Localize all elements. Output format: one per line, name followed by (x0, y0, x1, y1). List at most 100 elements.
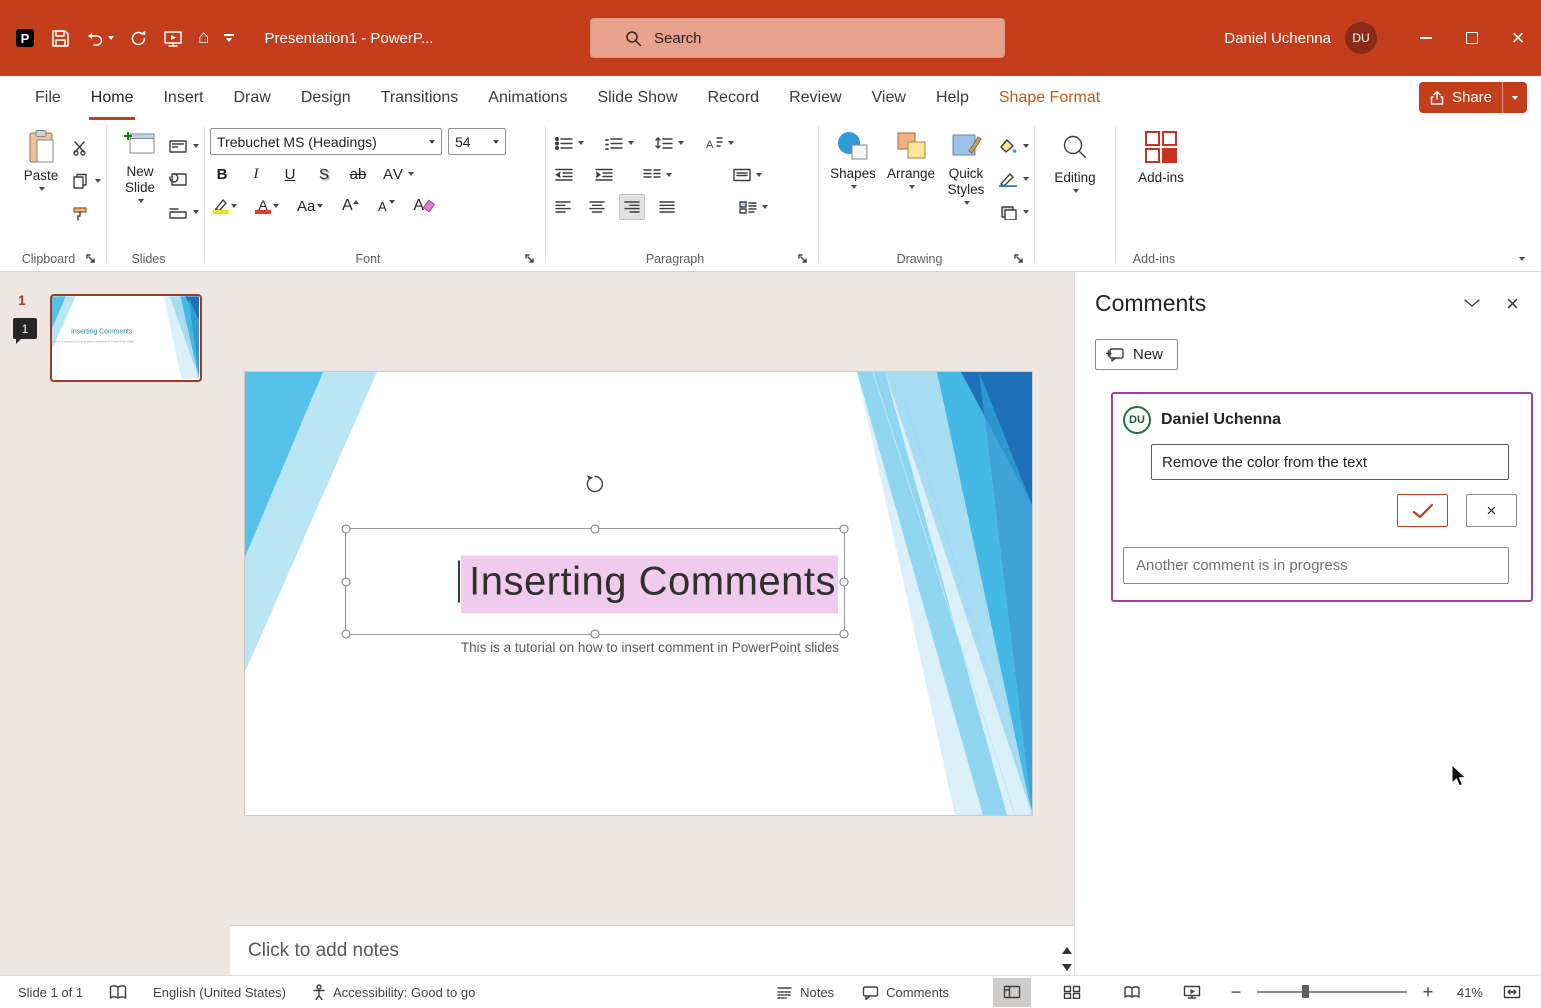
panel-close-icon[interactable]: × (1506, 291, 1519, 317)
arrange-button[interactable]: Arrange (882, 122, 940, 247)
tab-help[interactable]: Help (921, 76, 984, 120)
align-text-button[interactable] (729, 162, 765, 188)
tab-home[interactable]: Home (76, 76, 149, 120)
shape-effects-button[interactable] (998, 200, 1029, 224)
format-painter-button[interactable] (72, 202, 101, 226)
character-spacing-dropdown-icon[interactable] (407, 172, 414, 176)
tab-file[interactable]: File (20, 76, 76, 120)
spellcheck-icon[interactable] (109, 984, 127, 1000)
resize-handle-ne[interactable] (839, 524, 849, 534)
notes-scrollbar[interactable] (1062, 947, 1072, 971)
clear-formatting-button[interactable]: A (410, 193, 436, 219)
slide[interactable]: Inserting Comments This is a tutorial on… (245, 372, 1032, 815)
line-spacing-dropdown-icon[interactable] (678, 141, 684, 145)
cut-button[interactable] (72, 136, 101, 160)
columns-button[interactable] (639, 162, 675, 188)
increase-indent-button[interactable] (591, 162, 617, 188)
tab-design[interactable]: Design (286, 76, 366, 120)
arrange-dropdown-icon[interactable] (909, 184, 915, 189)
panel-collapse-icon[interactable] (1464, 295, 1480, 313)
font-name-dropdown-icon[interactable] (429, 139, 435, 144)
paragraph-dialog-launcher[interactable] (797, 252, 809, 264)
slide-layout-button[interactable] (168, 134, 199, 158)
strikethrough-button[interactable]: ab (346, 161, 370, 187)
language-indicator[interactable]: English (United States) (153, 985, 286, 1000)
share-button[interactable]: Share (1418, 82, 1527, 113)
reset-slide-button[interactable] (168, 167, 199, 191)
copy-dropdown-icon[interactable] (95, 179, 101, 183)
shape-outline-dropdown-icon[interactable] (1023, 177, 1029, 181)
addins-button[interactable]: Add-ins (1121, 122, 1201, 247)
save-icon[interactable] (51, 24, 70, 52)
tab-draw[interactable]: Draw (218, 76, 285, 120)
clipboard-dialog-launcher[interactable] (85, 252, 97, 264)
paste-dropdown-icon[interactable] (39, 186, 45, 191)
new-comment-button[interactable]: New (1095, 339, 1179, 370)
zoom-slider[interactable] (1257, 985, 1407, 998)
layout-dropdown-icon[interactable] (193, 144, 199, 148)
align-left-button[interactable] (551, 194, 575, 220)
section-button[interactable] (168, 200, 199, 224)
bold-button[interactable]: B (210, 161, 234, 187)
section-dropdown-icon[interactable] (193, 210, 199, 214)
undo-button[interactable] (85, 24, 114, 52)
reading-view-button[interactable] (1113, 978, 1151, 1007)
decrease-indent-button[interactable] (551, 162, 577, 188)
align-text-dropdown-icon[interactable] (756, 173, 762, 177)
copy-button[interactable] (72, 169, 101, 193)
post-comment-button[interactable] (1397, 494, 1448, 527)
comment-reply-input[interactable] (1123, 547, 1509, 584)
zoom-slider-thumb[interactable] (1302, 985, 1309, 998)
minimize-button[interactable] (1403, 0, 1449, 76)
fit-to-window-button[interactable] (1493, 978, 1531, 1007)
slide-sorter-view-button[interactable] (1053, 978, 1091, 1007)
slide-thumbnail[interactable]: Inserting Comments This is a tutorial on… (50, 294, 202, 382)
rotate-handle[interactable] (584, 473, 606, 500)
new-slide-dropdown-icon[interactable] (138, 198, 144, 203)
shape-fill-dropdown-icon[interactable] (1023, 144, 1029, 148)
notes-placeholder[interactable]: Click to add notes (248, 940, 399, 962)
maximize-button[interactable] (1449, 0, 1495, 76)
start-slideshow-icon[interactable] (163, 24, 183, 52)
user-name[interactable]: Daniel Uchenna (1224, 30, 1331, 47)
tab-transitions[interactable]: Transitions (366, 76, 474, 120)
bullets-button[interactable] (551, 130, 587, 156)
comment-text-input[interactable] (1151, 444, 1509, 480)
new-slide-button[interactable]: New Slide (112, 122, 168, 247)
underline-button[interactable]: U (278, 161, 302, 187)
increase-font-button[interactable]: A (338, 193, 362, 219)
drawing-dialog-launcher[interactable] (1013, 252, 1025, 264)
comment-card[interactable]: DU Daniel Uchenna × (1111, 392, 1533, 602)
notes-toggle-button[interactable]: Notes (762, 976, 848, 1008)
change-case-dropdown-icon[interactable] (317, 204, 324, 208)
editing-button[interactable]: Editing (1040, 122, 1110, 247)
font-name-combo[interactable]: Trebuchet MS (Headings) (210, 128, 442, 155)
tab-insert[interactable]: Insert (148, 76, 218, 120)
resize-handle-s[interactable] (590, 629, 600, 639)
cancel-comment-button[interactable]: × (1466, 494, 1517, 527)
share-dropdown-icon[interactable] (1503, 82, 1527, 113)
resize-handle-n[interactable] (590, 524, 600, 534)
smartart-dropdown-icon[interactable] (762, 205, 768, 209)
paste-button[interactable]: Paste (10, 122, 72, 247)
font-size-combo[interactable]: 54 (448, 128, 506, 155)
powerpoint-logo-icon[interactable]: P (14, 24, 36, 52)
highlight-dropdown-icon[interactable] (231, 204, 237, 208)
tab-shape-format[interactable]: Shape Format (984, 76, 1115, 120)
numbering-button[interactable] (601, 130, 637, 156)
scroll-down-icon[interactable] (1062, 964, 1072, 971)
collapse-ribbon-icon[interactable] (1519, 257, 1525, 261)
accessibility-status[interactable]: Accessibility: Good to go (312, 984, 475, 1000)
resize-handle-nw[interactable] (341, 524, 351, 534)
customize-toolbar-icon[interactable] (224, 34, 235, 42)
close-button[interactable]: × (1495, 0, 1541, 76)
zoom-out-button[interactable]: − (1225, 982, 1247, 1003)
shape-effects-dropdown-icon[interactable] (1023, 210, 1029, 214)
normal-view-button[interactable] (993, 977, 1031, 1007)
zoom-level[interactable]: 41% (1439, 985, 1483, 1000)
scroll-up-icon[interactable] (1062, 947, 1072, 954)
comment-count-badge[interactable]: 1 (13, 318, 37, 344)
decrease-font-button[interactable]: A (374, 193, 398, 219)
undo-dropdown-icon[interactable] (108, 36, 114, 40)
slide-subtitle-text[interactable]: This is a tutorial on how to insert comm… (345, 640, 839, 655)
